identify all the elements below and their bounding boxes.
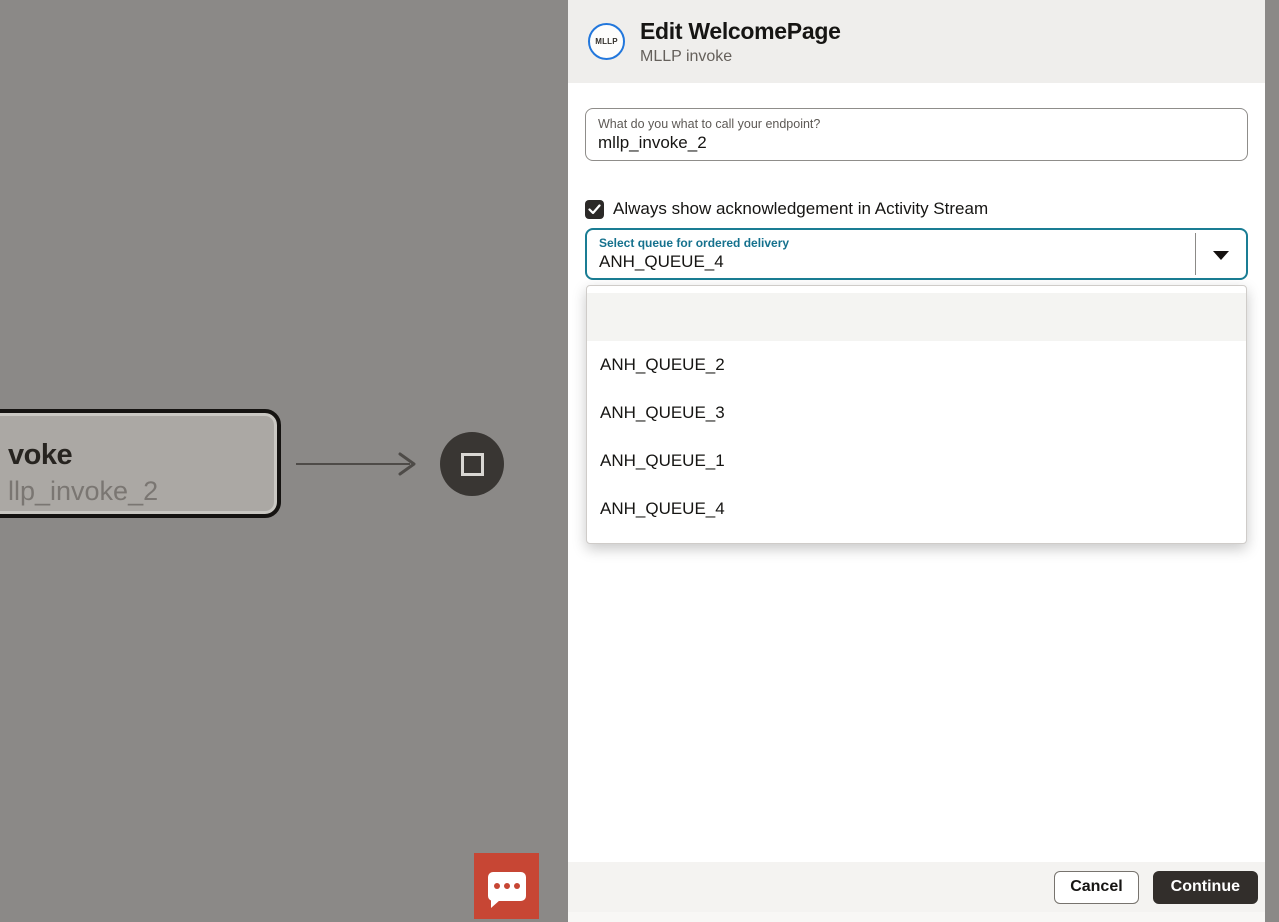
edit-drawer: MLLP Edit WelcomePage MLLP invoke What d… — [568, 0, 1265, 922]
chevron-down-icon[interactable] — [1213, 251, 1229, 260]
queue-select[interactable]: Select queue for ordered delivery ANH_QU… — [585, 228, 1248, 280]
select-divider — [1195, 233, 1196, 275]
queue-option-empty[interactable] — [587, 293, 1246, 341]
ack-checkbox-label: Always show acknowledgement in Activity … — [613, 199, 989, 218]
chat-button[interactable] — [474, 853, 539, 919]
ack-checkbox-row[interactable]: Always show acknowledgement in Activity … — [585, 199, 988, 219]
ack-checkbox[interactable] — [585, 199, 604, 219]
invoke-node-title: voke — [8, 439, 73, 471]
app-screen: voke llp_invoke_2 MLLP Edit WelcomePage … — [0, 0, 1279, 922]
cancel-button[interactable]: Cancel — [1054, 870, 1139, 904]
drawer-footer: Cancel Continue — [568, 862, 1265, 912]
endpoint-name-field[interactable]: What do you what to call your endpoint? … — [585, 108, 1248, 161]
queue-option[interactable]: ANH_QUEUE_1 — [587, 437, 1246, 485]
invoke-node-subtitle: llp_invoke_2 — [8, 476, 159, 506]
queue-select-value[interactable]: ANH_QUEUE_4 — [599, 252, 1234, 272]
mllp-badge-label: MLLP — [595, 37, 618, 46]
stop-square-icon — [460, 452, 484, 476]
queue-select-label: Select queue for ordered delivery — [599, 236, 790, 250]
chat-bubble-icon — [487, 871, 526, 908]
drawer-subtitle: MLLP invoke — [640, 47, 733, 65]
queue-options-list: ANH_QUEUE_2 ANH_QUEUE_3 ANH_QUEUE_1 ANH_… — [586, 285, 1247, 544]
queue-option[interactable]: ANH_QUEUE_2 — [587, 341, 1246, 389]
check-icon — [588, 203, 601, 214]
stop-node[interactable] — [440, 432, 504, 496]
mllp-badge-icon: MLLP — [588, 23, 625, 60]
flow-connector-arrow — [296, 452, 416, 476]
endpoint-name-value[interactable]: mllp_invoke_2 — [598, 133, 1235, 153]
invoke-node-card[interactable]: voke llp_invoke_2 — [0, 409, 281, 518]
drawer-header: MLLP Edit WelcomePage MLLP invoke — [568, 0, 1265, 83]
drawer-titles: Edit WelcomePage MLLP invoke — [640, 18, 841, 66]
queue-option[interactable]: ANH_QUEUE_4 — [587, 485, 1246, 533]
queue-option[interactable]: ANH_QUEUE_3 — [587, 389, 1246, 437]
drawer-title: Edit WelcomePage — [640, 17, 841, 44]
endpoint-name-label: What do you what to call your endpoint? — [598, 117, 821, 131]
footer-understrip — [568, 912, 1265, 922]
continue-button[interactable]: Continue — [1152, 870, 1258, 904]
